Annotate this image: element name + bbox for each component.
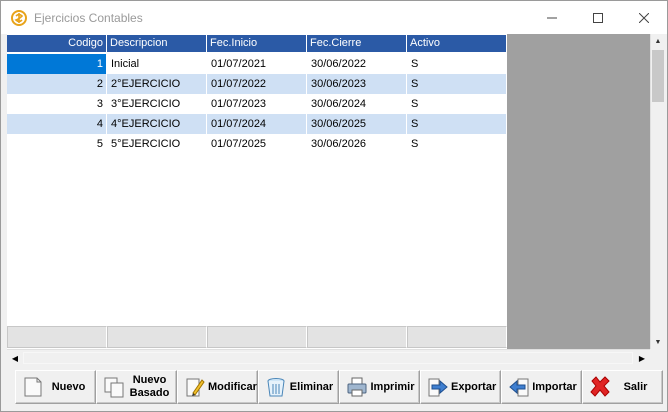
cell-codigo[interactable]: 3 bbox=[7, 94, 107, 114]
exportar-label: Exportar bbox=[451, 380, 497, 393]
table-row[interactable]: 3 3°EJERCICIO 01/07/2023 30/06/2024 S bbox=[7, 94, 507, 114]
cell-fec-inicio[interactable]: 01/07/2021 bbox=[207, 54, 307, 74]
cell-codigo[interactable]: 1 bbox=[7, 54, 107, 74]
app-logo-icon bbox=[11, 10, 27, 26]
cell-fec-cierre[interactable]: 30/06/2023 bbox=[307, 74, 407, 94]
modificar-label: Modificar bbox=[208, 380, 257, 393]
cell-activo[interactable]: S bbox=[407, 74, 507, 94]
cell-descripcion[interactable]: 3°EJERCICIO bbox=[107, 94, 207, 114]
cell-fec-cierre[interactable]: 30/06/2025 bbox=[307, 114, 407, 134]
table-row[interactable]: 2 2°EJERCICIO 01/07/2022 30/06/2023 S bbox=[7, 74, 507, 94]
cell-descripcion[interactable]: 5°EJERCICIO bbox=[107, 134, 207, 154]
cell-fec-inicio[interactable]: 01/07/2025 bbox=[207, 134, 307, 154]
table-row[interactable]: 1 Inicial 01/07/2021 30/06/2022 S bbox=[7, 54, 507, 74]
imprimir-button[interactable]: Imprimir bbox=[339, 370, 420, 404]
footer-cell bbox=[307, 326, 407, 348]
printer-icon bbox=[344, 374, 370, 400]
cell-activo[interactable]: S bbox=[407, 134, 507, 154]
cell-descripcion[interactable]: 2°EJERCICIO bbox=[107, 74, 207, 94]
pencil-icon bbox=[182, 374, 208, 400]
nuevo-basado-button[interactable]: Nuevo Basado bbox=[96, 370, 177, 404]
maximize-button[interactable] bbox=[575, 1, 621, 34]
salir-button[interactable]: Salir bbox=[582, 370, 663, 404]
cell-fec-cierre[interactable]: 30/06/2022 bbox=[307, 54, 407, 74]
grid-rows: 1 Inicial 01/07/2021 30/06/2022 S 2 2°EJ… bbox=[7, 54, 507, 154]
maximize-icon bbox=[593, 12, 603, 23]
copy-pages-icon bbox=[101, 374, 127, 400]
cell-fec-inicio[interactable]: 01/07/2023 bbox=[207, 94, 307, 114]
client-area: Codigo Descripcion Fec.Inicio Fec.Cierre… bbox=[7, 34, 664, 366]
cell-activo[interactable]: S bbox=[407, 94, 507, 114]
title-bar[interactable]: Ejercicios Contables bbox=[1, 1, 667, 34]
imprimir-label: Imprimir bbox=[370, 380, 415, 393]
nuevo-label: Nuevo bbox=[51, 380, 86, 393]
footer-cell bbox=[7, 326, 107, 348]
exit-x-icon bbox=[587, 374, 613, 400]
window-title: Ejercicios Contables bbox=[34, 11, 143, 25]
data-grid[interactable]: Codigo Descripcion Fec.Inicio Fec.Cierre… bbox=[7, 34, 507, 349]
scroll-left-arrow-icon[interactable]: ◀ bbox=[7, 350, 23, 367]
export-arrow-icon bbox=[425, 374, 451, 400]
scroll-up-arrow-icon[interactable]: ▲ bbox=[651, 34, 665, 48]
column-header-codigo[interactable]: Codigo bbox=[7, 35, 107, 52]
cell-fec-inicio[interactable]: 01/07/2022 bbox=[207, 74, 307, 94]
column-header-activo[interactable]: Activo bbox=[407, 35, 507, 52]
scrollbar-corner bbox=[650, 349, 664, 366]
footer-cell bbox=[107, 326, 207, 348]
exportar-button[interactable]: Exportar bbox=[420, 370, 501, 404]
importar-label: Importar bbox=[532, 380, 577, 393]
scroll-down-arrow-icon[interactable]: ▼ bbox=[651, 335, 665, 349]
table-row[interactable]: 4 4°EJERCICIO 01/07/2024 30/06/2025 S bbox=[7, 114, 507, 134]
cell-fec-cierre[interactable]: 30/06/2026 bbox=[307, 134, 407, 154]
cell-codigo[interactable]: 2 bbox=[7, 74, 107, 94]
trash-icon bbox=[263, 374, 289, 400]
table-row[interactable]: 5 5°EJERCICIO 01/07/2025 30/06/2026 S bbox=[7, 134, 507, 154]
column-header-fec-cierre[interactable]: Fec.Cierre bbox=[307, 35, 407, 52]
column-header-descripcion[interactable]: Descripcion bbox=[107, 35, 207, 52]
window: Ejercicios Contables Codigo Descripcion … bbox=[0, 0, 668, 412]
cell-codigo[interactable]: 4 bbox=[7, 114, 107, 134]
import-arrow-icon bbox=[506, 374, 532, 400]
cell-descripcion[interactable]: 4°EJERCICIO bbox=[107, 114, 207, 134]
cell-codigo[interactable]: 5 bbox=[7, 134, 107, 154]
cell-activo[interactable]: S bbox=[407, 114, 507, 134]
horizontal-scroll-thumb[interactable] bbox=[23, 352, 633, 364]
toolbar: Nuevo Nuevo Basado Modificar Eliminar Im… bbox=[15, 370, 663, 404]
grid-footer-row bbox=[7, 326, 507, 348]
nuevo-basado-label: Nuevo Basado bbox=[129, 374, 170, 399]
horizontal-scrollbar[interactable]: ◀ ▶ bbox=[7, 349, 650, 366]
vertical-scrollbar[interactable]: ▲ ▼ bbox=[650, 34, 664, 349]
footer-cell bbox=[407, 326, 507, 348]
nuevo-button[interactable]: Nuevo bbox=[15, 370, 96, 404]
scroll-right-arrow-icon[interactable]: ▶ bbox=[634, 350, 650, 367]
cell-fec-cierre[interactable]: 30/06/2024 bbox=[307, 94, 407, 114]
importar-button[interactable]: Importar bbox=[501, 370, 582, 404]
minimize-icon bbox=[547, 17, 557, 18]
modificar-button[interactable]: Modificar bbox=[177, 370, 258, 404]
new-page-icon bbox=[20, 374, 46, 400]
cell-activo[interactable]: S bbox=[407, 54, 507, 74]
footer-cell bbox=[207, 326, 307, 348]
eliminar-button[interactable]: Eliminar bbox=[258, 370, 339, 404]
vertical-scroll-thumb[interactable] bbox=[652, 50, 664, 102]
eliminar-label: Eliminar bbox=[289, 380, 334, 393]
close-button[interactable] bbox=[621, 1, 667, 34]
cell-descripcion[interactable]: Inicial bbox=[107, 54, 207, 74]
minimize-button[interactable] bbox=[529, 1, 575, 34]
close-icon bbox=[639, 12, 649, 23]
column-header-fec-inicio[interactable]: Fec.Inicio bbox=[207, 35, 307, 52]
grid-header: Codigo Descripcion Fec.Inicio Fec.Cierre… bbox=[7, 35, 507, 52]
cell-fec-inicio[interactable]: 01/07/2024 bbox=[207, 114, 307, 134]
salir-label: Salir bbox=[623, 380, 648, 393]
